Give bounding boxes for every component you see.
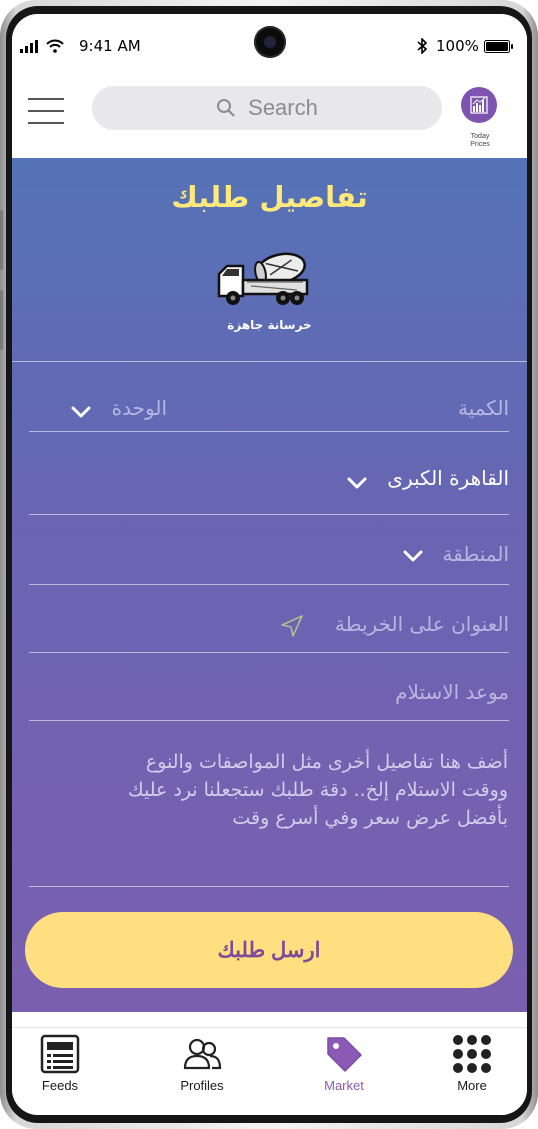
tab-market[interactable]: Market [299,1028,389,1115]
status-bar: 9:41 AM 100% [12,14,527,78]
users-icon [183,1038,222,1070]
tab-profiles[interactable]: Profiles [157,1028,247,1115]
tab-label: More [457,1078,487,1093]
today-prices-button[interactable] [461,87,497,123]
grid-dots-icon [453,1035,491,1073]
signal-icon [20,40,38,53]
order-form-panel: تفاصيل طلبك خرسانة جاهزة الكمية الوحدة ا… [12,158,527,1012]
page-title: تفاصيل طلبك [171,180,368,214]
battery-percentage: 100% [436,37,479,55]
map-address-input[interactable]: العنوان على الخريطة [335,612,509,636]
product-label: خرسانة جاهزة [227,318,312,332]
status-time: 9:41 AM [79,37,141,55]
city-select[interactable]: القاهرة الكبرى [387,466,509,490]
concrete-mixer-truck-icon [217,252,309,305]
field-underline [29,514,509,515]
delivery-time-input[interactable]: موعد الاستلام [395,680,509,704]
screen: 9:41 AM 100% Search Today Prices تفاصيل … [12,14,527,1115]
search-bar[interactable]: Search [92,86,442,130]
field-underline [29,886,509,887]
bluetooth-icon [417,38,427,54]
newspaper-icon [40,1034,80,1074]
divider [12,361,527,362]
quantity-input[interactable]: الكمية [458,396,509,420]
area-select[interactable]: المنطقة [443,542,510,566]
bottom-tab-bar: Feeds Profiles Market More [12,1027,527,1115]
unit-select[interactable]: الوحدة [112,396,167,420]
wifi-icon [46,39,64,53]
field-underline [29,584,509,585]
tab-feeds[interactable]: Feeds [15,1028,105,1115]
chevron-down-icon[interactable] [402,549,424,563]
hamburger-menu-icon[interactable] [28,96,64,126]
tab-label: Market [324,1078,364,1093]
search-icon [217,99,235,117]
price-tag-icon [327,1037,362,1072]
field-underline [29,431,509,432]
chevron-down-icon[interactable] [70,405,92,419]
tab-label: Profiles [180,1078,224,1093]
submit-order-label: ارسل طلبك [217,938,321,962]
today-prices-label: Today Prices [470,133,490,148]
bar-chart-icon [470,96,488,114]
side-button [0,290,3,350]
app-header: Search Today Prices [12,78,527,158]
tab-more[interactable]: More [427,1028,517,1115]
battery-icon [484,40,513,53]
submit-order-button[interactable]: ارسل طلبك [25,912,513,988]
location-arrow-icon[interactable] [280,614,304,638]
field-underline [29,652,509,653]
side-button [0,210,3,270]
chevron-down-icon[interactable] [346,476,368,490]
phone-frame: 9:41 AM 100% Search Today Prices تفاصيل … [0,0,538,1129]
field-underline [29,720,509,721]
front-camera-icon [254,26,286,58]
notes-textarea[interactable]: أضف هنا تفاصيل أخرى مثل المواصفات والنوع… [68,748,508,832]
tab-label: Feeds [41,1078,79,1093]
search-placeholder: Search [248,95,318,120]
